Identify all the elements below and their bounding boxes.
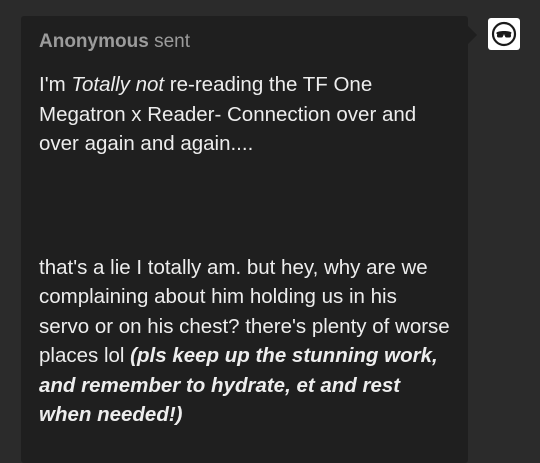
sender-verb: sent	[154, 31, 190, 52]
anonymous-avatar[interactable]	[488, 18, 520, 50]
ask-text-emphasis: Totally not	[71, 73, 165, 96]
ask-card: Anonymous sent I'm Totally not re-readin…	[21, 16, 468, 463]
ask-paragraph-1: I'm Totally not re-reading the TF One Me…	[39, 70, 450, 159]
ask-text-prefix: I'm	[39, 73, 72, 96]
ask-paragraph-2: that's a lie I totally am. but hey, why …	[39, 253, 450, 430]
ask-header: Anonymous sent	[39, 30, 450, 54]
speech-pointer	[468, 26, 477, 44]
anonymous-avatar-icon	[491, 21, 517, 47]
sender-name[interactable]: Anonymous	[39, 31, 149, 52]
ask-post-view: Anonymous sent I'm Totally not re-readin…	[0, 0, 540, 463]
